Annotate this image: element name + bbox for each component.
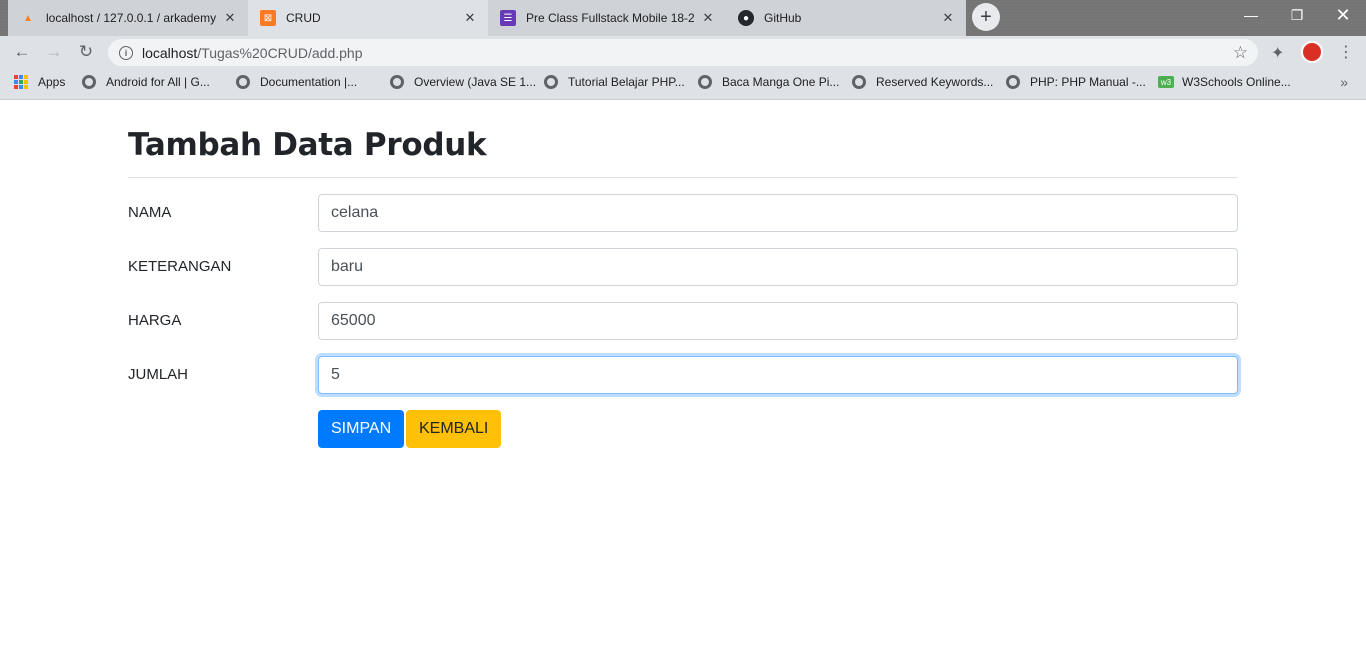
bookmark-item[interactable]: Baca Manga One Pi... <box>698 75 839 89</box>
bookmark-label: Reserved Keywords... <box>876 75 994 89</box>
bookmark-label: Android for All | G... <box>106 75 210 89</box>
profile-avatar[interactable] <box>1301 41 1323 63</box>
save-button[interactable]: SIMPAN <box>318 410 405 448</box>
tab-crud[interactable]: ⊠ CRUD ✕ <box>248 0 488 36</box>
forward-arrow-icon[interactable]: → <box>42 40 66 64</box>
bookmark-label: Baca Manga One Pi... <box>722 75 840 89</box>
harga-label: HARGA <box>128 312 182 329</box>
url-text: localhost/Tugas%20CRUD/add.php <box>142 45 363 61</box>
page-content: Tambah Data Produk NAMA KETERANGAN HARGA… <box>128 101 1238 448</box>
globe-icon <box>236 75 250 89</box>
chevron-double-right-icon[interactable]: » <box>1340 74 1348 90</box>
bookmark-label: W3Schools Online... <box>1182 75 1291 89</box>
bookmark-label: Apps <box>38 75 66 89</box>
bookmark-star-icon[interactable]: ☆ <box>1233 43 1248 63</box>
bookmark-label: Documentation |... <box>260 75 358 89</box>
minimize-button[interactable]: — <box>1228 0 1274 30</box>
globe-icon <box>544 75 558 89</box>
tab-title: CRUD <box>286 11 321 25</box>
tab-title: localhost / 127.0.0.1 / arkademy | <box>46 11 216 25</box>
bookmark-item[interactable]: Overview (Java SE 1... <box>390 75 536 89</box>
tab-phpmyadmin[interactable]: ▲ localhost / 127.0.0.1 / arkademy | ✕ <box>8 0 248 36</box>
xampp-icon: ⊠ <box>260 10 276 26</box>
tab-title: Pre Class Fullstack Mobile 18-2 <box>526 11 694 25</box>
form-row-harga: HARGA <box>128 302 1238 340</box>
close-icon[interactable]: ✕ <box>222 10 238 26</box>
tab-github[interactable]: ● GitHub ✕ <box>726 0 966 36</box>
restore-button[interactable]: ❐ <box>1274 0 1320 30</box>
bookmark-label: Tutorial Belajar PHP... <box>568 75 685 89</box>
jumlah-label: JUMLAH <box>128 366 189 383</box>
close-window-button[interactable]: ✕ <box>1320 0 1366 30</box>
w3schools-icon: w3 <box>1158 76 1174 88</box>
bookmark-item[interactable]: Tutorial Belajar PHP... <box>544 75 685 89</box>
url-path: /Tugas%20CRUD/add.php <box>197 44 363 61</box>
bookmark-apps[interactable]: Apps <box>14 75 65 89</box>
bookmark-label: Overview (Java SE 1... <box>414 75 537 89</box>
bookmark-label: PHP: PHP Manual -... <box>1030 75 1146 89</box>
browser-tab-strip: ▲ localhost / 127.0.0.1 / arkademy | ✕ ⊠… <box>0 0 1366 36</box>
tab-title: GitHub <box>764 11 802 25</box>
url-host: localhost <box>142 44 198 61</box>
form-row-keterangan: KETERANGAN <box>128 248 1238 286</box>
bookmark-item[interactable]: Reserved Keywords... <box>852 75 993 89</box>
globe-icon <box>390 75 404 89</box>
close-icon[interactable]: ✕ <box>700 10 716 26</box>
bookmark-item[interactable]: Android for All | G... <box>82 75 210 89</box>
phpmyadmin-icon: ▲ <box>23 12 33 24</box>
address-bar[interactable]: i localhost/Tugas%20CRUD/add.php ☆ <box>108 39 1258 66</box>
form-row-nama: NAMA <box>128 194 1238 232</box>
new-tab-button[interactable]: + <box>972 3 1000 31</box>
jumlah-input[interactable] <box>318 356 1238 394</box>
back-button[interactable]: KEMBALI <box>406 410 502 448</box>
tab-google-forms[interactable]: ☰ Pre Class Fullstack Mobile 18-2 ✕ <box>488 0 726 36</box>
info-icon[interactable]: i <box>119 45 133 60</box>
back-arrow-icon[interactable]: ← <box>10 40 34 64</box>
globe-icon <box>852 75 866 89</box>
forms-icon: ☰ <box>500 10 516 26</box>
close-icon[interactable]: ✕ <box>940 10 956 26</box>
extensions-icon[interactable]: ✦ <box>1271 43 1284 63</box>
page-title: Tambah Data Produk <box>128 127 487 163</box>
bookmarks-bar: Apps Android for All | G... Documentatio… <box>0 68 1366 100</box>
github-icon: ● <box>738 10 754 26</box>
bookmark-item[interactable]: Documentation |... <box>236 75 357 89</box>
harga-input[interactable] <box>318 302 1238 340</box>
form-row-jumlah: JUMLAH <box>128 356 1238 394</box>
keterangan-input[interactable] <box>318 248 1238 286</box>
menu-kebab-icon[interactable]: ⋮ <box>1338 42 1354 62</box>
globe-icon <box>698 75 712 89</box>
form-actions: SIMPAN KEMBALI <box>128 410 1238 448</box>
nama-label: NAMA <box>128 204 172 221</box>
apps-grid-icon <box>14 75 28 89</box>
browser-toolbar: ← → ↻ i localhost/Tugas%20CRUD/add.php ☆… <box>0 36 1366 68</box>
nama-input[interactable] <box>318 194 1238 232</box>
close-icon[interactable]: ✕ <box>462 10 478 26</box>
globe-icon <box>1006 75 1020 89</box>
keterangan-label: KETERANGAN <box>128 258 232 275</box>
bookmark-item[interactable]: w3 W3Schools Online... <box>1158 75 1291 89</box>
bookmark-item[interactable]: PHP: PHP Manual -... <box>1006 75 1146 89</box>
divider <box>128 177 1238 178</box>
reload-icon[interactable]: ↻ <box>74 40 98 64</box>
globe-icon <box>82 75 96 89</box>
